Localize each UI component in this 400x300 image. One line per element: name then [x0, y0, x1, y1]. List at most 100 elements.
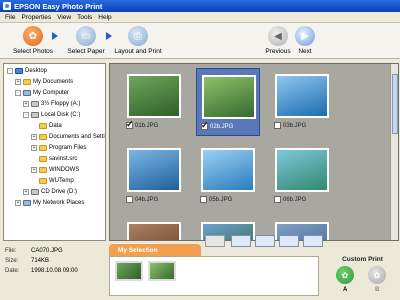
expand-icon[interactable]: + [15, 79, 21, 85]
drive-icon [31, 112, 39, 118]
gallery-scrollbar[interactable] [390, 64, 398, 240]
expand-icon[interactable]: + [31, 167, 37, 173]
tree-item-label: Desktop [25, 68, 48, 74]
scroll-thumb[interactable] [392, 74, 398, 134]
photo-thumbnail[interactable] [275, 74, 329, 118]
expand-icon[interactable]: + [23, 101, 29, 107]
next-button[interactable]: ▶ Next [293, 26, 317, 55]
photo-cell[interactable]: 02b.JPG [196, 68, 260, 136]
desktop-icon [15, 68, 23, 74]
computer-icon [23, 200, 31, 206]
photo-caption: 06b.JPG [274, 196, 306, 203]
size-label: Size: [5, 258, 19, 264]
menu-file[interactable]: File [2, 14, 18, 21]
tree-item-label: Documents and Settings [49, 134, 105, 140]
photo-filename: 03b.JPG [283, 122, 307, 129]
photo-gallery: 01b.JPG 02b.JPG 03b.JPG 04b.JPG 05b.JPG 06b.J… [109, 63, 399, 241]
custom-print-b-button[interactable]: ✿ [368, 266, 386, 284]
menu-view[interactable]: View [54, 14, 74, 21]
tree-item[interactable]: + CD Drive (D:) [23, 188, 77, 196]
tree-item-label: My Network Places [33, 200, 85, 206]
menu-bar: File Properties View Tools Help [0, 12, 400, 23]
photo-cell[interactable]: 04b.JPG [122, 142, 186, 210]
photo-checkbox[interactable] [201, 120, 209, 131]
photo-thumbnail[interactable] [202, 75, 256, 119]
photo-filename: 05b.JPG [209, 196, 233, 203]
my-selection-panel: My Selection [109, 244, 319, 296]
photo-caption: 01b.JPG [126, 119, 158, 130]
folder-icon [39, 145, 47, 151]
folder-icon [39, 123, 47, 129]
drive-icon [31, 189, 39, 195]
photo-caption: 05b.JPG [200, 196, 232, 203]
selected-photo-thumbnail[interactable] [115, 261, 143, 281]
custom-print-a-label: A [343, 287, 348, 293]
photo-checkbox[interactable] [200, 196, 207, 203]
computer-icon [23, 90, 31, 96]
tree-item-label: Data [49, 123, 62, 129]
expand-icon[interactable]: + [31, 145, 37, 151]
photo-thumbnail[interactable] [127, 148, 181, 192]
my-selection-tab[interactable]: My Selection [109, 244, 201, 256]
photo-checkbox[interactable] [274, 196, 281, 203]
expand-icon[interactable]: + [23, 189, 29, 195]
tree-item[interactable]: WUTemp [31, 177, 74, 185]
photo-cell[interactable]: 03b.JPG [270, 68, 334, 136]
photo-cell[interactable]: 05b.JPG [196, 142, 260, 210]
select-paper-icon: ▭ [76, 26, 96, 46]
photo-filename: 04b.JPG [135, 196, 159, 203]
tree-item[interactable]: +3½ Floppy (A:) [23, 100, 80, 108]
select-photos-button[interactable]: ✿ Select Photos [8, 26, 58, 55]
photo-thumbnail[interactable] [275, 148, 329, 192]
layout-print-button[interactable]: ⎙ Layout and Print [112, 26, 164, 55]
layout-print-icon: ⎙ [128, 26, 148, 46]
size-value: 714KB [31, 258, 50, 264]
photo-thumbnail[interactable] [201, 148, 255, 192]
photo-filename: 02b.JPG [210, 123, 234, 130]
photo-checkbox[interactable] [126, 196, 133, 203]
expand-icon[interactable]: + [31, 134, 37, 140]
select-photos-icon: ✿ [23, 26, 43, 46]
file-info: File: CA070.JPG Size: 714KB Date: 1998.10.0… [3, 244, 106, 296]
step-arrow-icon [52, 32, 58, 40]
tree-item[interactable]: + WINDOWS [31, 166, 79, 174]
file-value: CA070.JPG [31, 248, 63, 254]
custom-print: Custom Print ✿ ✿ A B [330, 256, 395, 296]
collapse-icon[interactable]: - [15, 90, 21, 96]
photo-cell[interactable] [122, 216, 186, 240]
tree-item[interactable]: - My Computer [15, 89, 69, 97]
next-icon: ▶ [295, 26, 315, 46]
window-title: EPSON Easy Photo Print [14, 1, 103, 11]
menu-help[interactable]: Help [95, 14, 114, 21]
photo-checkbox[interactable] [274, 122, 281, 129]
select-paper-button[interactable]: ▭ Select Paper [60, 26, 112, 55]
photo-thumbnail[interactable] [127, 74, 181, 118]
select-paper-label: Select Paper [67, 48, 105, 55]
tree-item[interactable]: + Documents and Settings [31, 133, 105, 141]
tree-item[interactable]: Data [31, 122, 62, 130]
tree-item[interactable]: savinst.src [31, 155, 77, 163]
folder-tree: - Desktop + My Documents - My Computer +3½ Flo… [3, 63, 106, 241]
tree-item-label: WUTemp [49, 178, 74, 184]
custom-print-a-button[interactable]: ✿ [336, 266, 354, 284]
menu-tools[interactable]: Tools [74, 14, 95, 21]
collapse-icon[interactable]: - [7, 68, 13, 74]
folder-icon [39, 178, 47, 184]
tree-item[interactable]: - Desktop [7, 67, 47, 75]
photo-cell[interactable]: 01b.JPG [122, 68, 186, 136]
tree-item[interactable]: + My Network Places [15, 199, 84, 207]
collapse-icon[interactable]: - [23, 112, 29, 118]
folder-icon [39, 134, 47, 140]
photo-checkbox[interactable] [126, 119, 134, 130]
menu-properties[interactable]: Properties [18, 14, 54, 21]
tree-item[interactable]: + My Documents [15, 78, 73, 86]
selected-photo-thumbnail[interactable] [148, 261, 176, 281]
photo-thumbnail[interactable] [127, 222, 181, 240]
date-label: Date: [5, 268, 20, 274]
photo-cell[interactable]: 06b.JPG [270, 142, 334, 210]
previous-button[interactable]: ◀ Previous [262, 26, 294, 55]
tree-item[interactable]: - Local Disk (C:) [23, 111, 80, 119]
tree-item[interactable]: + Program Files [31, 144, 86, 152]
expand-icon[interactable]: + [15, 200, 21, 206]
tree-item-label: WINDOWS [49, 167, 80, 173]
